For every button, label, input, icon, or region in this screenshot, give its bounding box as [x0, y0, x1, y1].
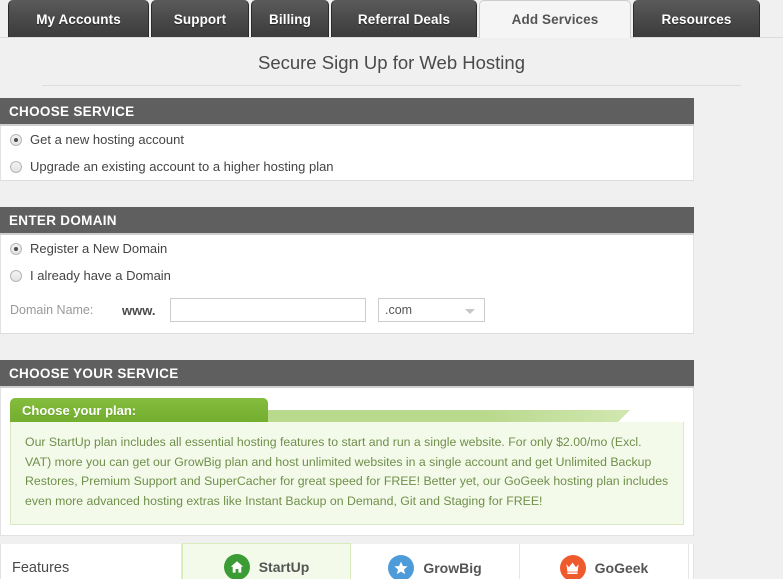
nav-tab-support[interactable]: Support [151, 0, 249, 38]
nav-tab-label: Referral Deals [357, 11, 451, 27]
radio-row-register-new-domain[interactable]: Register a New Domain [1, 235, 693, 262]
domain-name-label: Domain Name: [10, 303, 94, 317]
radio-upgrade-existing-account[interactable] [10, 160, 22, 173]
plan-comparison-tabs: Features StartUp GrowBig GoGeek [0, 543, 694, 579]
domain-name-row: Domain Name: www. .com [1, 289, 693, 333]
radio-row-upgrade-existing-account[interactable]: Upgrade an existing account to a higher … [1, 153, 693, 180]
choose-your-service-panel: CHOOSE YOUR SERVICE Choose your plan: Ou… [0, 360, 694, 579]
choose-service-panel: CHOOSE SERVICE Get a new hosting account… [0, 98, 694, 181]
chevron-down-icon [465, 309, 475, 314]
tld-select[interactable]: .com [378, 298, 485, 322]
plan-tab-label: StartUp [258, 559, 310, 575]
enter-domain-heading: ENTER DOMAIN [0, 207, 694, 235]
house-icon [223, 554, 250, 579]
plan-tab-features: Features [1, 544, 182, 579]
nav-tab-label: Billing [269, 11, 311, 27]
choose-your-service-heading: CHOOSE YOUR SERVICE [0, 360, 694, 388]
tld-select-value: .com [385, 303, 413, 317]
nav-tab-label: Support [173, 11, 227, 27]
choose-your-plan-tab: Choose your plan: [10, 398, 268, 422]
plan-banner: Choose your plan: [10, 398, 684, 422]
choose-service-heading: CHOOSE SERVICE [0, 98, 694, 126]
radio-already-have-domain[interactable] [10, 269, 22, 282]
enter-domain-panel: ENTER DOMAIN Register a New Domain I alr… [0, 207, 694, 334]
domain-name-input[interactable] [170, 298, 366, 322]
nav-tab-referral-deals[interactable]: Referral Deals [331, 0, 477, 38]
radio-label: Upgrade an existing account to a higher … [30, 159, 334, 174]
plan-description: Our StartUp plan includes all essential … [10, 422, 684, 525]
plan-tab-label: GrowBig [423, 559, 482, 576]
nav-tab-label: Resources [661, 11, 732, 27]
main-navigation-tabs: My Accounts Support Billing Referral Dea… [0, 0, 783, 38]
choose-your-plan-label: Choose your plan: [22, 402, 137, 418]
nav-tab-my-accounts[interactable]: My Accounts [8, 0, 149, 38]
star-icon [388, 554, 415, 579]
radio-new-hosting-account[interactable] [10, 133, 22, 146]
radio-label: Register a New Domain [30, 241, 168, 256]
title-divider [42, 85, 741, 86]
radio-label: Get a new hosting account [30, 132, 184, 147]
nav-tab-label: My Accounts [36, 11, 121, 27]
nav-tab-resources[interactable]: Resources [633, 0, 760, 38]
page-title: Secure Sign Up for Web Hosting [257, 52, 525, 73]
plan-tab-startup[interactable]: StartUp [182, 543, 351, 579]
nav-tab-label: Add Services [511, 12, 599, 27]
page-title-section: Secure Sign Up for Web Hosting [0, 38, 783, 98]
radio-row-new-hosting-account[interactable]: Get a new hosting account [1, 126, 693, 153]
plan-tab-label: GoGeek [594, 559, 649, 576]
plan-tab-growbig[interactable]: GrowBig [351, 544, 520, 579]
nav-tab-add-services[interactable]: Add Services [479, 0, 631, 38]
radio-register-new-domain[interactable] [10, 242, 22, 255]
choose-service-body: Get a new hosting account Upgrade an exi… [0, 126, 694, 181]
crown-icon [559, 554, 586, 579]
plan-tab-gogeek[interactable]: GoGeek [520, 544, 689, 579]
www-prefix-label: www. [122, 302, 156, 318]
enter-domain-body: Register a New Domain I already have a D… [0, 235, 694, 334]
choose-your-service-body: Choose your plan: Our StartUp plan inclu… [0, 388, 694, 536]
features-label: Features [12, 559, 70, 576]
plan-banner-strip [266, 410, 630, 422]
radio-label: I already have a Domain [30, 268, 171, 283]
radio-row-already-have-domain[interactable]: I already have a Domain [1, 262, 693, 289]
nav-tab-billing[interactable]: Billing [251, 0, 329, 38]
